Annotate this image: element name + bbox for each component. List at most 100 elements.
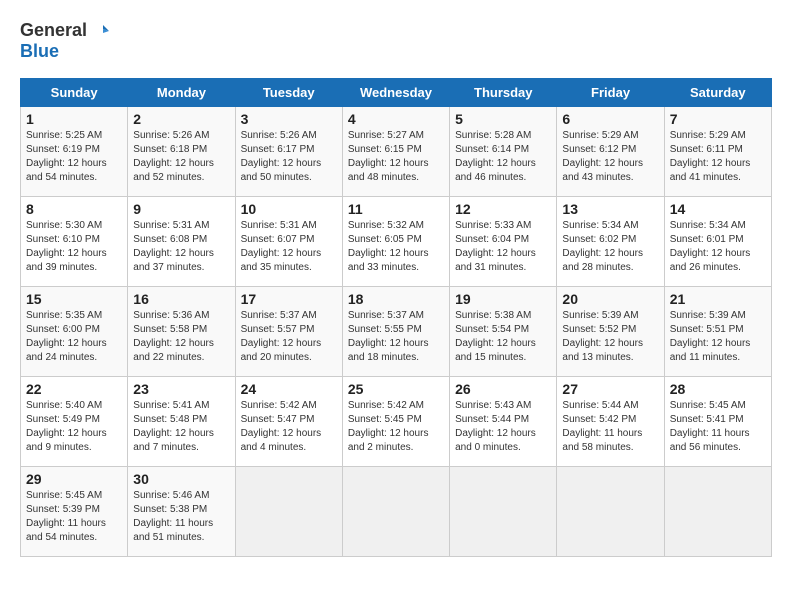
day-info: Sunrise: 5:39 AM Sunset: 5:51 PM Dayligh…	[670, 309, 766, 365]
calendar-cell: 11 Sunrise: 5:32 AM Sunset: 6:05 PM Dayli…	[342, 197, 449, 287]
day-info: Sunrise: 5:34 AM Sunset: 6:01 PM Dayligh…	[670, 219, 766, 275]
calendar-week-row: 1Sunrise: 5:25 AM Sunset: 6:19 PM Daylig…	[21, 107, 772, 197]
calendar-cell	[450, 467, 557, 557]
weekday-header-tuesday: Tuesday	[235, 79, 342, 107]
day-number: 21	[670, 291, 766, 307]
weekday-header-saturday: Saturday	[664, 79, 771, 107]
calendar-cell: 3 Sunrise: 5:26 AM Sunset: 6:17 PM Daylig…	[235, 107, 342, 197]
calendar-cell: 10Sunrise: 5:31 AM Sunset: 6:07 PM Dayli…	[235, 197, 342, 287]
day-number: 25	[348, 381, 444, 397]
day-info: Sunrise: 5:31 AM Sunset: 6:08 PM Dayligh…	[133, 219, 229, 275]
logo-blue: Blue	[20, 41, 59, 62]
day-number: 6	[562, 111, 658, 127]
day-number: 8	[26, 201, 122, 217]
day-info: Sunrise: 5:36 AM Sunset: 5:58 PM Dayligh…	[133, 309, 229, 365]
calendar-cell: 6 Sunrise: 5:29 AM Sunset: 6:12 PM Daylig…	[557, 107, 664, 197]
logo: General Blue	[20, 20, 109, 62]
day-number: 15	[26, 291, 122, 307]
calendar-week-row: 29 Sunrise: 5:45 AM Sunset: 5:39 PM Dayli…	[21, 467, 772, 557]
calendar-cell: 21 Sunrise: 5:39 AM Sunset: 5:51 PM Dayli…	[664, 287, 771, 377]
calendar-week-row: 15 Sunrise: 5:35 AM Sunset: 6:00 PM Dayli…	[21, 287, 772, 377]
calendar-cell: 13Sunrise: 5:34 AM Sunset: 6:02 PM Dayli…	[557, 197, 664, 287]
day-info: Sunrise: 5:38 AM Sunset: 5:54 PM Dayligh…	[455, 309, 551, 365]
day-info: Sunrise: 5:32 AM Sunset: 6:05 PM Dayligh…	[348, 219, 444, 275]
day-info: Sunrise: 5:43 AM Sunset: 5:44 PM Dayligh…	[455, 399, 551, 455]
day-info: Sunrise: 5:45 AM Sunset: 5:41 PM Dayligh…	[670, 399, 766, 455]
day-number: 23	[133, 381, 229, 397]
day-number: 10	[241, 201, 337, 217]
day-number: 17	[241, 291, 337, 307]
calendar-cell: 8 Sunrise: 5:30 AM Sunset: 6:10 PM Daylig…	[21, 197, 128, 287]
calendar-cell: 26 Sunrise: 5:43 AM Sunset: 5:44 PM Dayli…	[450, 377, 557, 467]
calendar-week-row: 8 Sunrise: 5:30 AM Sunset: 6:10 PM Daylig…	[21, 197, 772, 287]
calendar-cell: 1Sunrise: 5:25 AM Sunset: 6:19 PM Daylig…	[21, 107, 128, 197]
day-number: 1	[26, 111, 122, 127]
weekday-header-friday: Friday	[557, 79, 664, 107]
calendar-week-row: 22 Sunrise: 5:40 AM Sunset: 5:49 PM Dayli…	[21, 377, 772, 467]
day-info: Sunrise: 5:41 AM Sunset: 5:48 PM Dayligh…	[133, 399, 229, 455]
day-number: 16	[133, 291, 229, 307]
day-info: Sunrise: 5:29 AM Sunset: 6:12 PM Dayligh…	[562, 129, 658, 185]
calendar-cell: 7 Sunrise: 5:29 AM Sunset: 6:11 PM Daylig…	[664, 107, 771, 197]
calendar-cell: 16 Sunrise: 5:36 AM Sunset: 5:58 PM Dayli…	[128, 287, 235, 377]
logo-bird-icon	[89, 21, 109, 41]
calendar-cell: 18 Sunrise: 5:37 AM Sunset: 5:55 PM Dayli…	[342, 287, 449, 377]
day-info: Sunrise: 5:30 AM Sunset: 6:10 PM Dayligh…	[26, 219, 122, 275]
day-number: 14	[670, 201, 766, 217]
day-info: Sunrise: 5:42 AM Sunset: 5:47 PM Dayligh…	[241, 399, 337, 455]
calendar-cell: 9 Sunrise: 5:31 AM Sunset: 6:08 PM Daylig…	[128, 197, 235, 287]
day-info: Sunrise: 5:26 AM Sunset: 6:17 PM Dayligh…	[241, 129, 337, 185]
day-number: 5	[455, 111, 551, 127]
calendar-cell: 27 Sunrise: 5:44 AM Sunset: 5:42 PM Dayli…	[557, 377, 664, 467]
day-number: 26	[455, 381, 551, 397]
day-number: 4	[348, 111, 444, 127]
calendar-cell	[235, 467, 342, 557]
day-number: 12	[455, 201, 551, 217]
day-number: 22	[26, 381, 122, 397]
calendar-cell: 5 Sunrise: 5:28 AM Sunset: 6:14 PM Daylig…	[450, 107, 557, 197]
day-number: 9	[133, 201, 229, 217]
day-number: 2	[133, 111, 229, 127]
day-number: 27	[562, 381, 658, 397]
day-number: 28	[670, 381, 766, 397]
weekday-header-row: SundayMondayTuesdayWednesdayThursdayFrid…	[21, 79, 772, 107]
calendar-cell: 28 Sunrise: 5:45 AM Sunset: 5:41 PM Dayli…	[664, 377, 771, 467]
weekday-header-monday: Monday	[128, 79, 235, 107]
day-number: 7	[670, 111, 766, 127]
day-info: Sunrise: 5:28 AM Sunset: 6:14 PM Dayligh…	[455, 129, 551, 185]
calendar-table: SundayMondayTuesdayWednesdayThursdayFrid…	[20, 78, 772, 557]
day-info: Sunrise: 5:46 AM Sunset: 5:38 PM Dayligh…	[133, 489, 229, 545]
logo-container: General Blue	[20, 20, 109, 62]
calendar-cell: 14 Sunrise: 5:34 AM Sunset: 6:01 PM Dayli…	[664, 197, 771, 287]
day-info: Sunrise: 5:35 AM Sunset: 6:00 PM Dayligh…	[26, 309, 122, 365]
calendar-cell: 2 Sunrise: 5:26 AM Sunset: 6:18 PM Daylig…	[128, 107, 235, 197]
day-number: 24	[241, 381, 337, 397]
calendar-cell	[557, 467, 664, 557]
day-info: Sunrise: 5:42 AM Sunset: 5:45 PM Dayligh…	[348, 399, 444, 455]
weekday-header-sunday: Sunday	[21, 79, 128, 107]
day-number: 29	[26, 471, 122, 487]
day-info: Sunrise: 5:27 AM Sunset: 6:15 PM Dayligh…	[348, 129, 444, 185]
day-info: Sunrise: 5:44 AM Sunset: 5:42 PM Dayligh…	[562, 399, 658, 455]
day-number: 20	[562, 291, 658, 307]
day-info: Sunrise: 5:45 AM Sunset: 5:39 PM Dayligh…	[26, 489, 122, 545]
day-number: 18	[348, 291, 444, 307]
calendar-cell: 24 Sunrise: 5:42 AM Sunset: 5:47 PM Dayli…	[235, 377, 342, 467]
calendar-cell: 30 Sunrise: 5:46 AM Sunset: 5:38 PM Dayli…	[128, 467, 235, 557]
day-number: 30	[133, 471, 229, 487]
calendar-cell: 19 Sunrise: 5:38 AM Sunset: 5:54 PM Dayli…	[450, 287, 557, 377]
day-info: Sunrise: 5:37 AM Sunset: 5:55 PM Dayligh…	[348, 309, 444, 365]
day-number: 19	[455, 291, 551, 307]
calendar-cell: 12Sunrise: 5:33 AM Sunset: 6:04 PM Dayli…	[450, 197, 557, 287]
day-info: Sunrise: 5:40 AM Sunset: 5:49 PM Dayligh…	[26, 399, 122, 455]
day-info: Sunrise: 5:26 AM Sunset: 6:18 PM Dayligh…	[133, 129, 229, 185]
day-number: 3	[241, 111, 337, 127]
day-number: 11	[348, 201, 444, 217]
day-info: Sunrise: 5:39 AM Sunset: 5:52 PM Dayligh…	[562, 309, 658, 365]
weekday-header-thursday: Thursday	[450, 79, 557, 107]
day-info: Sunrise: 5:37 AM Sunset: 5:57 PM Dayligh…	[241, 309, 337, 365]
calendar-cell: 20 Sunrise: 5:39 AM Sunset: 5:52 PM Dayli…	[557, 287, 664, 377]
calendar-cell: 4 Sunrise: 5:27 AM Sunset: 6:15 PM Daylig…	[342, 107, 449, 197]
day-info: Sunrise: 5:29 AM Sunset: 6:11 PM Dayligh…	[670, 129, 766, 185]
page-header: General Blue	[20, 20, 772, 62]
